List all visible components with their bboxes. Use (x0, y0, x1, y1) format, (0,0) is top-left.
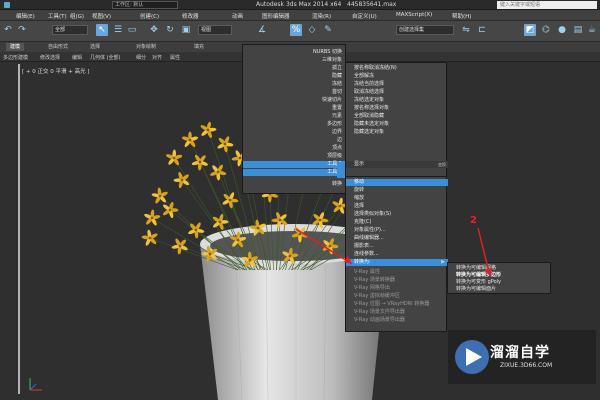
watermark-brand: 溜溜自学 (490, 345, 550, 361)
step-number-label: 2 (470, 215, 477, 226)
watermark-url: ZIXUE.3D66.COM (500, 362, 553, 369)
axis-gizmo (29, 378, 42, 391)
